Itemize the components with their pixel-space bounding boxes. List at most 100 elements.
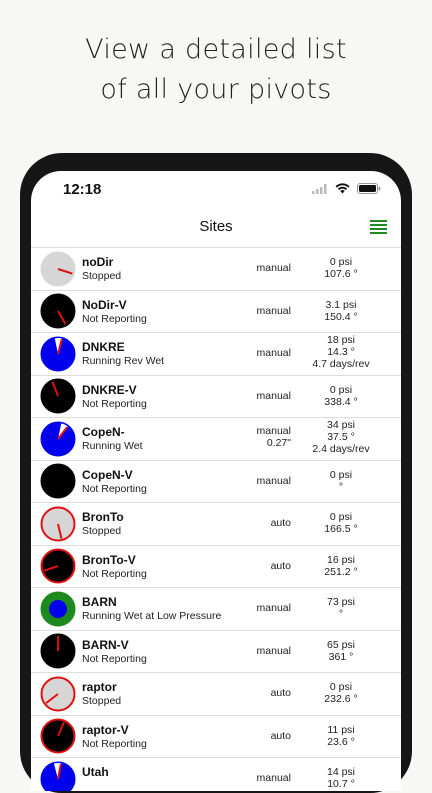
site-mode: manual — [257, 602, 291, 614]
site-mode: manual — [257, 390, 291, 402]
site-mode-label: manual — [257, 645, 291, 657]
site-readings: 16 psi251.2 ° — [291, 554, 391, 578]
site-mode-label: manual — [257, 475, 291, 487]
promo-headline-line1: View a detailed list — [0, 30, 432, 70]
site-name: BARN-V — [82, 638, 129, 652]
site-name: noDir — [82, 255, 113, 269]
site-rotation-time: 2.4 days/rev — [291, 443, 391, 455]
site-status: Stopped — [82, 525, 121, 537]
site-row[interactable]: BronToStopped auto0 psi166.5 ° — [31, 503, 401, 546]
site-mode-label: manual — [257, 602, 291, 614]
site-mode-label: manual — [257, 262, 291, 274]
site-list: noDirStoppedmanual0 psi107.6 °NoDir-VNot… — [31, 248, 401, 791]
site-row[interactable]: DNKRE-VNot Reportingmanual0 psi338.4 ° — [31, 376, 401, 419]
site-name: BronTo-V — [82, 553, 136, 567]
site-mode: auto — [271, 560, 291, 572]
site-readings: 65 psi361 ° — [291, 639, 391, 663]
site-angle: 166.5 ° — [291, 523, 391, 535]
status-time: 12:18 — [63, 181, 101, 198]
site-status: Running Wet at Low Pressure — [82, 610, 221, 622]
pivot-gauge-icon — [40, 293, 76, 329]
site-readings: 34 psi37.5 °2.4 days/rev — [291, 419, 391, 455]
site-row[interactable]: DNKRERunning Rev Wetmanual18 psi14.3 °4.… — [31, 333, 401, 376]
site-mode: manual — [257, 772, 291, 784]
site-status: Not Reporting — [82, 568, 147, 580]
pivot-gauge-icon — [40, 633, 76, 669]
site-mode: manual — [257, 262, 291, 274]
site-readings: 11 psi23.6 ° — [291, 724, 391, 748]
site-mode: auto — [271, 730, 291, 742]
site-readings: 0 psi166.5 ° — [291, 511, 391, 535]
wifi-icon — [335, 183, 350, 194]
site-mode: auto — [271, 687, 291, 699]
app-screen: 12:18 Sites noDirStopped — [31, 171, 401, 791]
site-row[interactable]: noDirStopped manual0 psi107.6 ° — [31, 248, 401, 291]
status-icons — [312, 183, 381, 194]
site-rotation-time: 4.7 days/rev — [291, 358, 391, 370]
promo-headline: View a detailed list of all your pivots — [0, 30, 432, 110]
site-readings: 3.1 psi150.4 ° — [291, 299, 391, 323]
site-pressure: 0 psi — [291, 469, 391, 481]
site-status: Stopped — [82, 270, 121, 282]
pivot-gauge-icon — [40, 548, 76, 584]
site-angle: 10.7 ° — [291, 778, 391, 790]
site-row[interactable]: BARNRunning Wet at Low Pressuremanual73 … — [31, 588, 401, 631]
site-readings: 0 psi107.6 ° — [291, 256, 391, 280]
site-row[interactable]: BronTo-VNot Reporting auto16 psi251.2 ° — [31, 546, 401, 589]
nav-bar: Sites — [31, 207, 401, 248]
site-mode-label: auto — [271, 730, 291, 742]
pivot-gauge-icon — [40, 676, 76, 712]
site-pressure: 0 psi — [291, 256, 391, 268]
site-pressure: 0 psi — [291, 511, 391, 523]
site-angle: ° — [291, 481, 391, 493]
site-angle: 251.2 ° — [291, 566, 391, 578]
site-angle: 14.3 ° — [291, 346, 391, 358]
pivot-gauge-icon — [40, 761, 76, 792]
cellular-signal-icon — [312, 184, 328, 194]
site-mode: auto — [271, 517, 291, 529]
site-mode-label: auto — [271, 687, 291, 699]
pivot-gauge-icon — [40, 378, 76, 414]
site-pressure: 18 psi — [291, 334, 391, 346]
pivot-gauge-icon — [40, 463, 76, 499]
site-angle: 338.4 ° — [291, 396, 391, 408]
site-name: BronTo — [82, 510, 124, 524]
menu-icon[interactable] — [370, 220, 387, 234]
site-rainfall: 0.27" — [257, 437, 291, 449]
site-angle: 23.6 ° — [291, 736, 391, 748]
site-status: Not Reporting — [82, 738, 147, 750]
site-status: Not Reporting — [82, 653, 147, 665]
site-mode-label: auto — [271, 560, 291, 572]
site-readings: 73 psi° — [291, 596, 391, 620]
site-name: DNKRE — [82, 340, 125, 354]
site-pressure: 0 psi — [291, 681, 391, 693]
site-readings: 0 psi° — [291, 469, 391, 493]
pivot-gauge-icon — [40, 506, 76, 542]
site-mode-label: auto — [271, 517, 291, 529]
site-row[interactable]: raptorStoppedauto0 psi232.6 ° — [31, 673, 401, 716]
site-status: Running Rev Wet — [82, 355, 164, 367]
pivot-gauge-icon — [40, 336, 76, 372]
status-bar: 12:18 — [31, 171, 401, 207]
site-row[interactable]: NoDir-VNot Reportingmanual3.1 psi150.4 ° — [31, 291, 401, 334]
pivot-gauge-icon — [40, 421, 76, 457]
site-angle: 37.5 ° — [291, 431, 391, 443]
site-angle: 150.4 ° — [291, 311, 391, 323]
site-status: Stopped — [82, 695, 121, 707]
site-row[interactable]: CopeN-Running Wetmanual0.27"34 psi37.5 °… — [31, 418, 401, 461]
site-row[interactable]: Utahmanual14 psi10.7 ° — [31, 758, 401, 791]
site-status: Not Reporting — [82, 483, 147, 495]
site-status: Not Reporting — [82, 313, 147, 325]
site-row[interactable]: CopeN-VNot Reportingmanual0 psi° — [31, 461, 401, 504]
site-row[interactable]: raptor-VNot Reportingauto11 psi23.6 ° — [31, 716, 401, 759]
site-pressure: 73 psi — [291, 596, 391, 608]
site-name: CopeN- — [82, 425, 125, 439]
pivot-gauge-icon — [40, 251, 76, 287]
site-pressure: 11 psi — [291, 724, 391, 736]
site-readings: 0 psi338.4 ° — [291, 384, 391, 408]
site-pressure: 65 psi — [291, 639, 391, 651]
site-readings: 14 psi10.7 ° — [291, 766, 391, 790]
site-pressure: 16 psi — [291, 554, 391, 566]
site-angle: ° — [291, 608, 391, 620]
site-row[interactable]: BARN-VNot Reporting manual65 psi361 ° — [31, 631, 401, 674]
